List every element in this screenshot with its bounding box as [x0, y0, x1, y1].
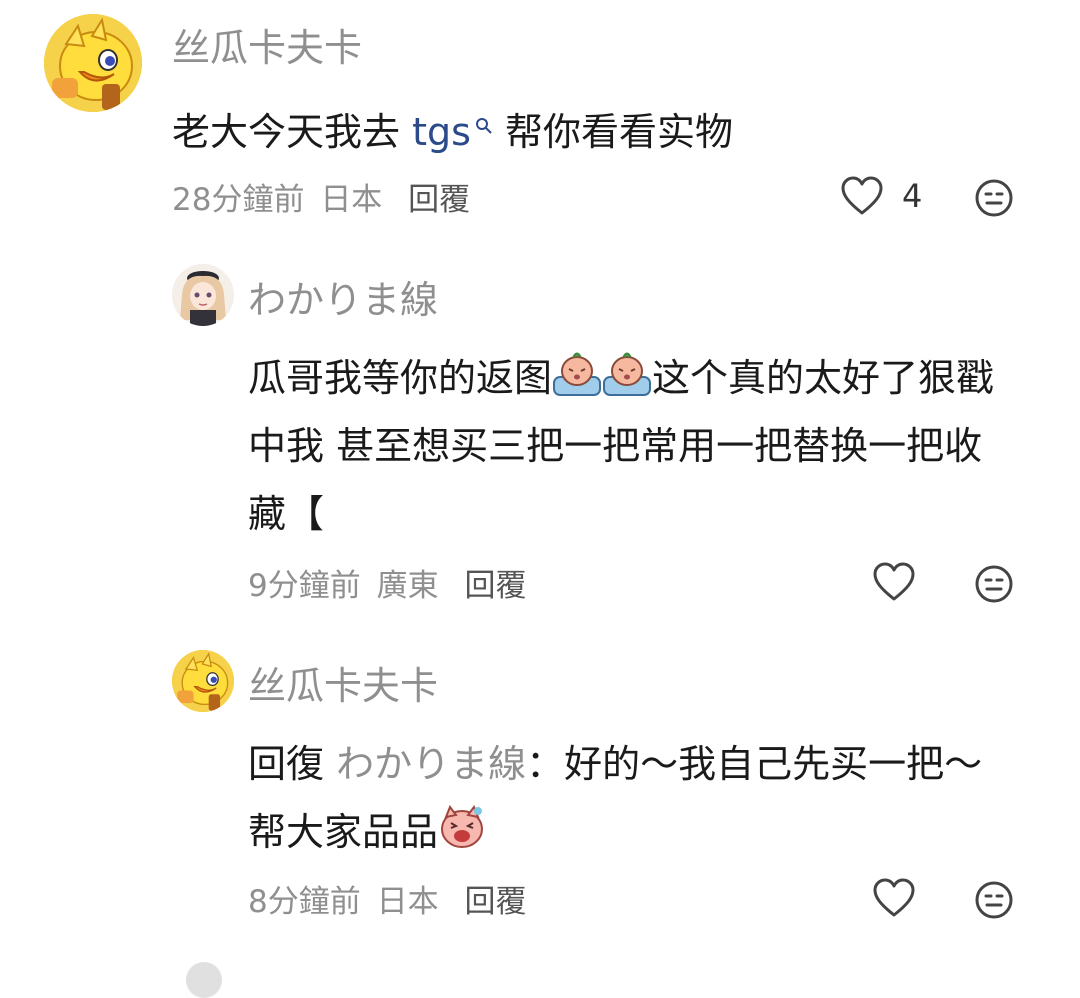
comment-location: 廣東 [376, 568, 439, 604]
dislike-face-icon[interactable] [974, 564, 1014, 604]
comment-line: 瓜哥我等你的返图 这个真的太好了狠戳 [248, 344, 1048, 412]
comment-username[interactable]: 丝瓜卡夫卡 [248, 664, 438, 708]
reply-button[interactable]: 回覆 [408, 182, 470, 218]
comment-text-part: ：好的～我自己先买一把～ [526, 742, 983, 786]
user-avatar[interactable] [186, 962, 222, 998]
comment-text: 老大今天我去 tgs 帮你看看实物 [172, 98, 733, 166]
comment-time: 8分鐘前 [248, 884, 361, 920]
comment-text-part: 这个真的太好了狠戳 [652, 356, 995, 400]
comment-time: 28分鐘前 [172, 182, 305, 218]
comment-meta: 8分鐘前 日本 回覆 [248, 882, 532, 922]
laughing-pig-sticker-icon [441, 804, 484, 848]
heart-icon[interactable] [872, 878, 916, 918]
heart-icon[interactable] [840, 176, 884, 216]
comment-line: 中我 甚至想买三把一把常用一把替换一把收 [248, 424, 983, 468]
crying-sticker-icon [603, 352, 652, 396]
heart-icon[interactable] [872, 562, 916, 602]
user-avatar[interactable] [44, 14, 142, 112]
reply-button[interactable]: 回覆 [464, 568, 526, 604]
comment-username[interactable]: 丝瓜卡夫卡 [172, 26, 362, 70]
duck-avatar-icon [44, 14, 142, 112]
dislike-face-icon[interactable] [974, 178, 1014, 218]
comment-line: 藏【 [248, 492, 325, 536]
anime-girl-avatar-icon [172, 264, 234, 326]
user-avatar[interactable] [172, 650, 234, 712]
user-avatar[interactable] [172, 264, 234, 326]
duck-avatar-icon [172, 650, 234, 712]
comment-line: 帮大家品品 [248, 798, 1048, 866]
search-tag-link[interactable]: tgs [412, 110, 493, 154]
comment-meta: 28分鐘前 日本 回覆 [172, 180, 476, 220]
like-count: 4 [902, 177, 923, 215]
dislike-face-icon[interactable] [974, 880, 1014, 920]
reply-prefix: 回復 [248, 742, 325, 786]
comment-meta: 9分鐘前 廣東 回覆 [248, 566, 532, 606]
comment-text-part: 帮你看看实物 [492, 110, 734, 154]
comment-text-part: 老大今天我去 [172, 110, 413, 154]
comment-text-part: 瓜哥我等你的返图 [248, 356, 553, 400]
tag-text[interactable]: tgs [412, 110, 471, 154]
comment-time: 9分鐘前 [248, 568, 361, 604]
comment-username[interactable]: わかりま線 [248, 278, 438, 322]
comment-text: 瓜哥我等你的返图 这个真的太好了狠戳 中我 甚至想买三把一把常用一把替换一把收 藏… [248, 344, 1048, 548]
crying-sticker-icon [553, 352, 602, 396]
like-button[interactable]: 4 [840, 176, 922, 216]
comment-text: 回復 わかりま線：好的～我自己先买一把～ 帮大家品品 [248, 730, 1048, 866]
reply-button[interactable]: 回覆 [464, 884, 526, 920]
comment-text-part: 帮大家品品 [248, 810, 439, 854]
comment-location: 日本 [320, 182, 383, 218]
comment-line: 回復 わかりま線：好的～我自己先买一把～ [248, 730, 1048, 798]
search-icon[interactable] [475, 117, 493, 135]
comment-location: 日本 [376, 884, 439, 920]
mention-link[interactable]: わかりま線 [336, 742, 526, 786]
